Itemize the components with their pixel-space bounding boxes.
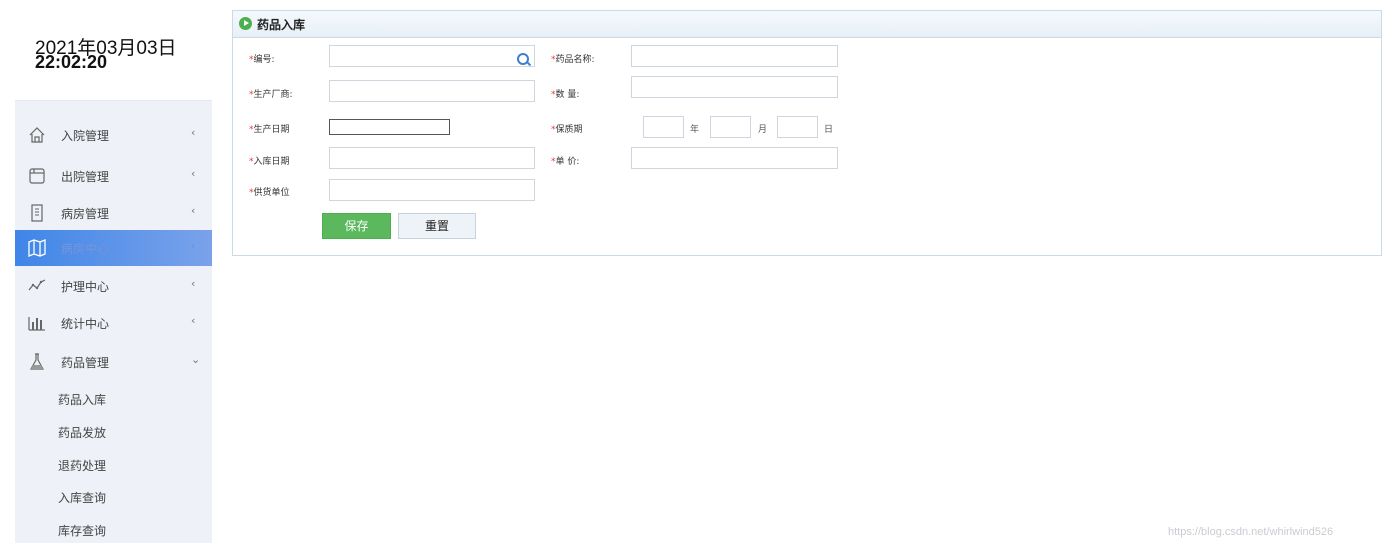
building-icon: [31, 204, 43, 222]
shelf-life-day-input[interactable]: [777, 116, 818, 138]
chevron-left-icon: ‹: [191, 204, 196, 217]
reset-button[interactable]: 重置: [398, 213, 476, 239]
sidebar-item-admission[interactable]: 入院管理 ‹: [15, 117, 212, 153]
production-date-label: *生产日期: [249, 125, 290, 135]
sidebar: 2021年03月03日 22:02:20 入院管理 ‹ 出院管理 ‹ 病房管理 …: [15, 0, 212, 543]
storage-date-input[interactable]: [329, 147, 535, 169]
sidebar-item-statistics[interactable]: 统计中心 ‹: [15, 305, 212, 341]
sidebar-item-label: 病房中心: [61, 242, 110, 256]
clock-time: 22:02:20: [35, 52, 108, 72]
shelf-life-year-input[interactable]: [643, 116, 684, 138]
sidebar-item-label: 病房管理: [61, 207, 110, 221]
submenu-item-stock-query[interactable]: 库存查询: [58, 522, 106, 539]
quantity-input[interactable]: [631, 76, 838, 98]
shelf-life-month-input[interactable]: [710, 116, 751, 138]
sidebar-item-ward-center[interactable]: 病房中心 ‹: [15, 230, 212, 266]
drug-name-label: *药品名称:: [551, 55, 595, 65]
clock-widget: 2021年03月03日 22:02:20: [15, 0, 212, 101]
sidebar-item-drug-management[interactable]: 药品管理 ⌄: [15, 344, 212, 380]
save-button[interactable]: 保存: [322, 213, 391, 239]
play-icon: [239, 17, 252, 30]
drug-in-panel: 药品入库 *编号: *药品名称: *生产厂商: *数 量: *生产日期 *保质期…: [232, 10, 1382, 256]
window-icon: [29, 168, 45, 184]
trend-icon: [28, 279, 46, 291]
manufacturer-input[interactable]: [329, 80, 535, 102]
sidebar-item-label: 统计中心: [61, 317, 110, 331]
sidebar-item-label: 出院管理: [61, 170, 110, 184]
unit-price-input[interactable]: [631, 147, 838, 169]
panel-header: 药品入库: [233, 11, 1381, 38]
code-input[interactable]: [329, 45, 535, 67]
submenu-item-drug-dispense[interactable]: 药品发放: [58, 424, 106, 441]
chevron-left-icon: ‹: [191, 167, 196, 180]
month-unit: 月: [758, 125, 768, 135]
chevron-left-icon: ‹: [191, 277, 196, 290]
sidebar-item-discharge[interactable]: 出院管理 ‹: [15, 158, 212, 194]
panel-title: 药品入库: [257, 18, 306, 32]
map-icon: [28, 239, 46, 257]
submenu-item-drug-return[interactable]: 退药处理: [58, 457, 106, 474]
unit-price-label: *单 价:: [551, 157, 580, 167]
day-unit: 日: [824, 125, 834, 135]
drug-name-input[interactable]: [631, 45, 838, 67]
chevron-left-icon: ‹: [191, 239, 196, 252]
sidebar-item-label: 护理中心: [61, 280, 110, 294]
sidebar-item-label: 药品管理: [61, 356, 110, 370]
supplier-label: *供货单位: [249, 188, 290, 198]
year-unit: 年: [690, 125, 700, 135]
sidebar-item-nursing[interactable]: 护理中心 ‹: [15, 268, 212, 304]
flask-icon: [29, 353, 45, 370]
sidebar-item-ward[interactable]: 病房管理 ‹: [15, 195, 212, 231]
supplier-input[interactable]: [329, 179, 535, 201]
shelf-life-label: *保质期: [551, 125, 583, 135]
submenu-item-in-query[interactable]: 入库查询: [58, 489, 106, 506]
watermark: https://blog.csdn.net/whirlwind526: [1168, 526, 1334, 538]
quantity-label: *数 量:: [551, 90, 580, 100]
chevron-left-icon: ‹: [191, 126, 196, 139]
code-label: *编号:: [249, 55, 275, 65]
sidebar-item-label: 入院管理: [61, 129, 110, 143]
search-icon[interactable]: [517, 53, 529, 65]
manufacturer-label: *生产厂商:: [249, 90, 293, 100]
chevron-left-icon: ‹: [191, 314, 196, 327]
home-icon: [29, 127, 45, 143]
storage-date-label: *入库日期: [249, 157, 290, 167]
production-date-input[interactable]: [329, 119, 450, 135]
submenu-item-drug-in[interactable]: 药品入库: [58, 391, 106, 408]
bar-chart-icon: [28, 317, 45, 331]
chevron-down-icon: ⌄: [191, 353, 201, 366]
